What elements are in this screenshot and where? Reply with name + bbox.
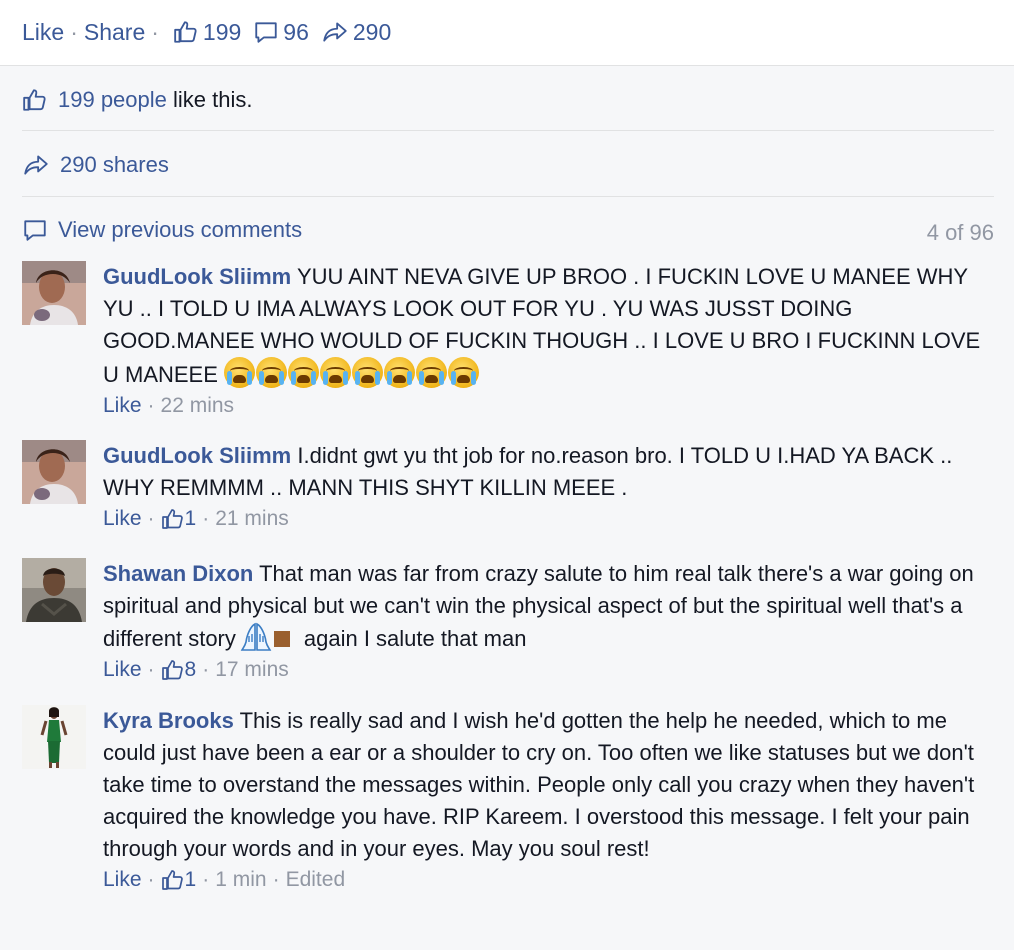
comment-meta: Like · 22 mins [103,391,983,421]
comment-body: GuudLook Sliimm YUU AINT NEVA GIVE UP BR… [103,261,983,421]
separator-dot: · [151,18,159,45]
comment-icon [255,22,277,43]
separator-dot: · [147,868,155,891]
share-arrow-icon [323,22,347,42]
comment-item: GuudLook Sliimm I.didnt gwt yu tht job f… [22,440,994,550]
profile-photo-icon [22,558,86,622]
thumbs-up-icon [161,660,183,680]
comment-author[interactable]: Shawan Dixon [103,561,253,586]
comment-likes[interactable]: 1 [161,865,197,895]
separator-dot: · [147,394,155,417]
divider [22,130,994,131]
comment-like-link[interactable]: Like [103,504,142,534]
crying-emoji-icon [224,357,480,388]
comment-like-count: 1 [184,507,197,530]
separator-dot: · [202,868,210,891]
avatar[interactable] [22,558,86,622]
comment-time[interactable]: 17 mins [215,655,289,685]
comment-body: Shawan Dixon That man was far from crazy… [103,558,983,685]
comment-text: This is really sad and I wish he'd gotte… [103,708,975,861]
thumbs-up-icon [161,870,183,890]
profile-photo-icon [22,705,86,769]
comment-body: Kyra Brooks This is really sad and I wis… [103,705,983,895]
profile-photo-icon [22,261,86,325]
separator-dot: · [202,507,210,530]
view-previous-row: View previous comments [22,217,302,243]
separator-dot: · [202,658,210,681]
comment-meta: Like · 1 · 21 mins [103,504,983,534]
likes-summary-text: like this. [166,87,253,112]
likes-count: 199 [202,18,242,45]
comment-time[interactable]: 22 mins [161,391,235,421]
comment-meta: Like · 1 · 1 min · Edited [103,865,983,895]
share-link[interactable]: Share [84,19,145,46]
post-actions: Like · Share · 199 96 290 [22,17,403,47]
comment-content: Shawan Dixon That man was far from crazy… [103,558,983,655]
comment-meta: Like · 8 · 17 mins [103,655,983,685]
thumbs-up-icon [23,89,46,111]
likers-link[interactable]: 199 people [58,87,167,113]
comment-position: 4 of 96 [926,220,994,245]
comment-author[interactable]: Kyra Brooks [103,708,234,733]
avatar[interactable] [22,440,86,504]
comment-text-continued: again I salute that man [303,626,527,651]
comment-icon [24,220,46,241]
shares-count: 290 [352,18,392,45]
like-link[interactable]: Like [22,19,64,46]
thumbs-up-icon [174,21,197,43]
comment-content: GuudLook Sliimm YUU AINT NEVA GIVE UP BR… [103,261,983,391]
comments-stat[interactable]: 96 [253,19,309,46]
shares-link[interactable]: 290 shares [60,152,169,178]
divider [22,196,994,197]
comment-likes[interactable]: 1 [161,504,197,534]
comment-author[interactable]: GuudLook Sliimm [103,264,291,289]
separator-dot: · [147,507,155,530]
view-previous-comments-link[interactable]: View previous comments [58,217,302,243]
comment-content: GuudLook Sliimm I.didnt gwt yu tht job f… [103,440,983,504]
comment-item: Shawan Dixon That man was far from crazy… [22,558,994,698]
comment-item: Kyra Brooks This is really sad and I wis… [22,705,994,945]
folded-hands-emoji-icon [240,622,272,651]
comment-like-count: 8 [184,658,197,681]
avatar[interactable] [22,261,86,325]
separator-dot: · [70,18,78,45]
post-action-bar: Like · Share · 199 96 290 [0,0,1014,66]
profile-photo-icon [22,440,86,504]
separator-dot: · [272,868,280,891]
comment-likes[interactable]: 8 [161,655,197,685]
comment-edited-link[interactable]: Edited [286,865,346,895]
comment-author[interactable]: GuudLook Sliimm [103,443,291,468]
likes-summary: 199 people like this. [22,87,252,113]
thumbs-up-icon [161,509,183,529]
comments-count: 96 [283,18,309,45]
comment-time[interactable]: 21 mins [215,504,289,534]
share-arrow-icon [24,155,48,175]
comment-like-link[interactable]: Like [103,391,142,421]
comment-time[interactable]: 1 min [215,865,266,895]
comment-body: GuudLook Sliimm I.didnt gwt yu tht job f… [103,440,983,534]
comment-like-link[interactable]: Like [103,865,142,895]
shares-stat[interactable]: 290 [321,19,391,46]
skin-tone-modifier-icon [273,631,290,647]
comments-section: 199 people like this. 290 shares View pr… [0,66,1014,950]
comment-content: Kyra Brooks This is really sad and I wis… [103,705,983,865]
comment-item: GuudLook Sliimm YUU AINT NEVA GIVE UP BR… [22,261,994,431]
avatar[interactable] [22,705,86,769]
comment-like-count: 1 [184,868,197,891]
likes-stat[interactable]: 199 [173,19,241,46]
separator-dot: · [147,658,155,681]
comment-like-link[interactable]: Like [103,655,142,685]
shares-summary: 290 shares [22,152,169,178]
